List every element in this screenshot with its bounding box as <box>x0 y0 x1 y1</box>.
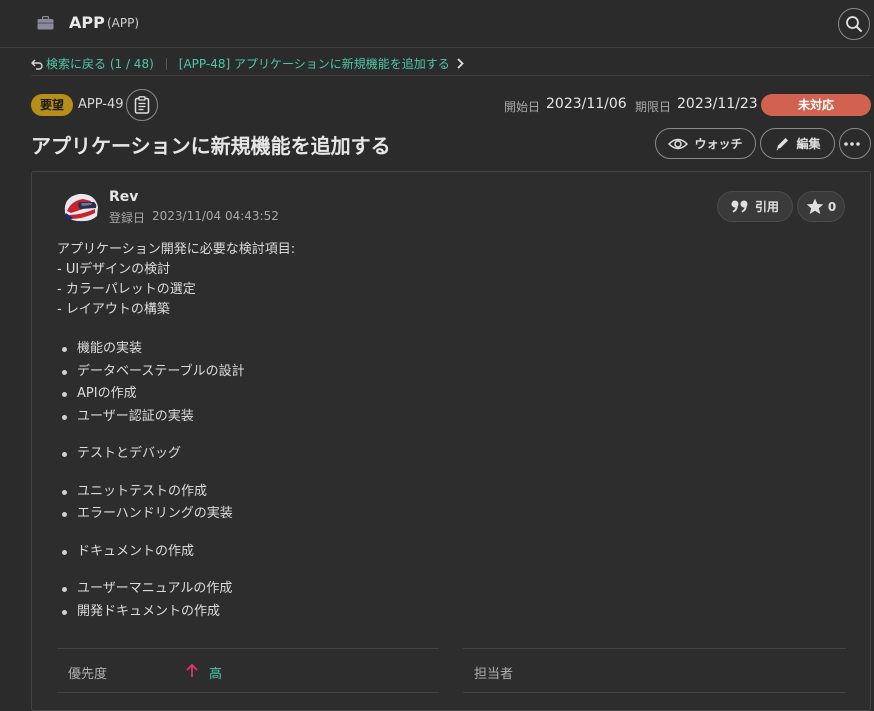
back-arrow-icon <box>31 59 43 70</box>
issue-type-badge: 要望 <box>31 94 74 116</box>
briefcase-icon <box>37 16 54 30</box>
edit-button[interactable]: 編集 <box>760 128 835 159</box>
priority-value[interactable]: 高 <box>209 663 222 682</box>
description-line: アプリケーション開発に必要な検討項目: <box>57 242 296 257</box>
edit-label: 編集 <box>796 137 821 151</box>
more-icon <box>844 141 860 146</box>
pencil-icon <box>776 137 789 150</box>
assignee-field: 担当者 <box>463 648 846 693</box>
list-item: 開発ドキュメントの作成 <box>57 601 817 624</box>
arrow-up-icon <box>186 664 198 677</box>
bullet-list: ユーザーマニュアルの作成 開発ドキュメントの作成 <box>57 578 817 623</box>
priority-field: 優先度 高 <box>57 648 439 693</box>
quote-button[interactable]: 引用 <box>717 191 793 222</box>
back-to-search-link[interactable]: 検索に戻る (1 / 48) <box>46 55 154 72</box>
search-button[interactable] <box>838 8 870 40</box>
assignee-label: 担当者 <box>474 667 514 682</box>
project-key[interactable]: APP <box>69 13 105 32</box>
description-line: - レイアウトの構築 <box>57 302 170 317</box>
bullet-list: ドキュメントの作成 <box>57 541 817 564</box>
more-options-button[interactable] <box>839 128 871 159</box>
clipboard-icon <box>134 96 150 114</box>
bullet-list: テストとデバッグ <box>57 443 817 466</box>
start-date-label: 開始日 <box>504 100 541 114</box>
list-item: ユニットテストの作成 <box>57 481 817 504</box>
due-date-label: 期限日 <box>635 100 672 114</box>
breadcrumb: 検索に戻る (1 / 48) [APP-48] アプリケーションに新規機能を追加… <box>31 52 871 76</box>
star-count: 0 <box>827 199 837 214</box>
parent-issue-link[interactable]: [APP-48] アプリケーションに新規機能を追加する <box>179 55 450 72</box>
issue-title: アプリケーションに新規機能を追加する <box>31 134 391 158</box>
star-button[interactable]: 0 <box>797 191 845 222</box>
issue-key: APP-49 <box>78 97 124 112</box>
search-icon <box>846 16 862 32</box>
top-bar: APP (APP) <box>0 0 874 48</box>
quote-icon <box>731 200 748 213</box>
breadcrumb-separator <box>165 57 167 70</box>
start-date-value: 2023/11/06 <box>546 96 627 112</box>
list-item: ユーザーマニュアルの作成 <box>57 578 817 601</box>
quote-label: 引用 <box>754 200 779 214</box>
priority-label: 優先度 <box>68 667 108 682</box>
list-item: 機能の実装 <box>57 338 817 361</box>
bullet-list: ユニットテストの作成 エラーハンドリングの実装 <box>57 481 817 526</box>
list-item: APIの作成 <box>57 383 817 406</box>
chevron-right-icon[interactable] <box>456 58 464 69</box>
list-item: ドキュメントの作成 <box>57 541 817 564</box>
star-icon <box>806 198 824 214</box>
copy-key-button[interactable] <box>126 89 158 121</box>
list-item: データベーステーブルの設計 <box>57 361 817 384</box>
project-sub: (APP) <box>107 16 140 30</box>
watch-label: ウォッチ <box>694 137 743 151</box>
watch-button[interactable]: ウォッチ <box>655 128 756 159</box>
author-name[interactable]: Rev <box>109 189 138 205</box>
eye-icon <box>668 138 689 149</box>
due-date-value: 2023/11/23 <box>677 96 758 112</box>
issue-description-card: Rev 登録日 2023/11/04 04:43:52 引用 0 アプリケーショ… <box>31 171 871 711</box>
list-item: エラーハンドリングの実装 <box>57 503 817 526</box>
description-line: - カラーパレットの選定 <box>57 282 196 297</box>
list-item: テストとデバッグ <box>57 443 817 466</box>
list-item: ユーザー認証の実装 <box>57 406 817 429</box>
description-body: アプリケーション開発に必要な検討項目: - UIデザインの検討 - カラーパレッ… <box>57 240 817 623</box>
description-line: - UIデザインの検討 <box>57 262 171 277</box>
status-badge[interactable]: 未対応 <box>761 94 871 116</box>
created-timestamp: 2023/11/04 04:43:52 <box>152 209 279 223</box>
bullet-list: 機能の実装 データベーステーブルの設計 APIの作成 ユーザー認証の実装 <box>57 338 817 428</box>
created-label: 登録日 <box>109 211 146 225</box>
avatar <box>64 193 98 222</box>
